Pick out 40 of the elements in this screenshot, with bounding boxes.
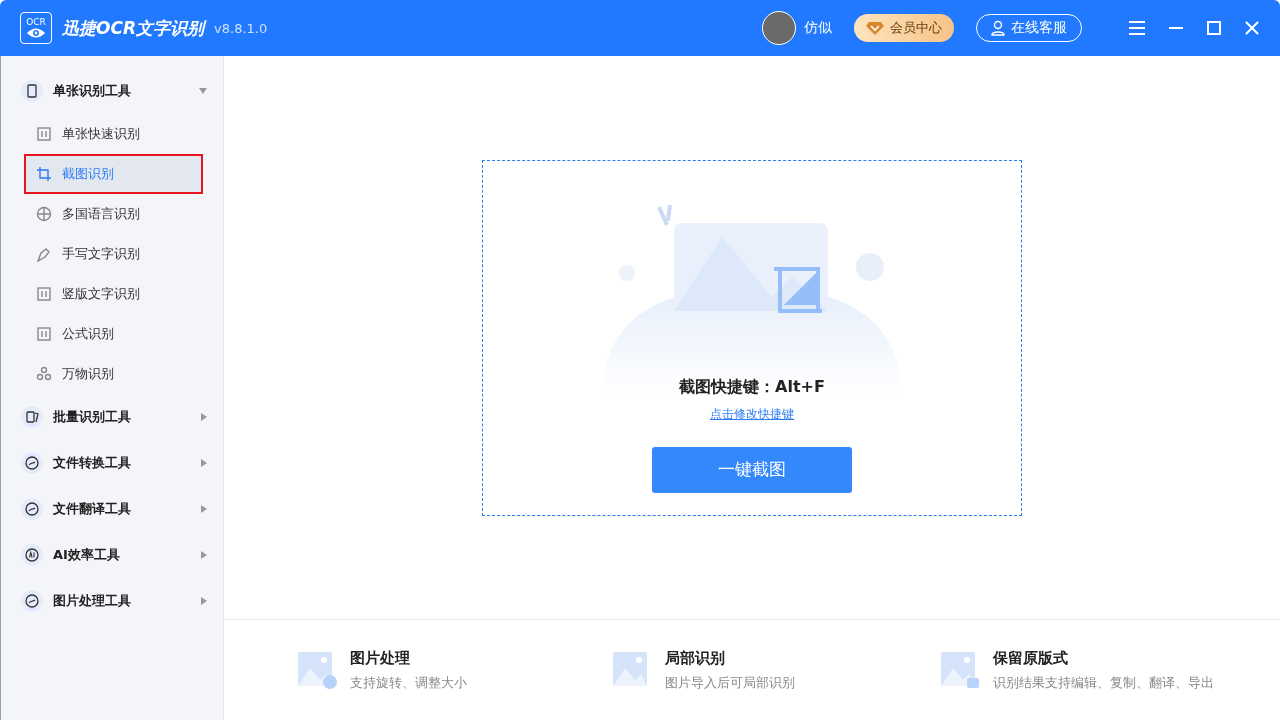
eye-icon <box>26 27 46 39</box>
pages-icon <box>21 406 43 428</box>
diamond-icon <box>866 21 884 35</box>
app-title: 迅捷OCR文字识别 <box>62 16 205 40</box>
sidebar-group[interactable]: 文件转换工具 <box>1 440 223 486</box>
feature-description: 支持旋转、调整大小 <box>350 673 467 692</box>
change-shortcut-link[interactable]: 点击修改快捷键 <box>710 405 794 423</box>
logo-text: OCR <box>26 17 46 27</box>
version-label: v8.8.1.0 <box>214 20 268 36</box>
sidebar-item[interactable]: 单张快速识别 <box>24 114 203 154</box>
sidebar-group[interactable]: 文件翻译工具 <box>1 486 223 532</box>
ai-icon <box>21 544 43 566</box>
menu-icon[interactable] <box>1128 20 1146 36</box>
feature-description: 图片导入后可局部识别 <box>665 673 795 692</box>
shortcut-text: 截图快捷键：Alt+F <box>679 376 825 398</box>
vip-center-button[interactable]: 会员中心 <box>854 14 954 42</box>
shapes-icon <box>36 366 52 382</box>
sidebar-group[interactable]: AI效率工具 <box>1 532 223 578</box>
person-icon <box>991 20 1005 36</box>
user-name[interactable]: 仿似 <box>804 19 832 37</box>
sidebar-item[interactable]: 手写文字识别 <box>24 234 203 274</box>
feature-title: 图片处理 <box>350 648 411 668</box>
crop-icon <box>36 166 52 182</box>
sidebar-group[interactable]: 图片处理工具 <box>1 578 223 624</box>
pen-nib-icon <box>36 246 52 262</box>
sidebar-item[interactable]: 公式识别 <box>24 314 203 354</box>
sidebar-item[interactable]: 竖版文字识别 <box>24 274 203 314</box>
sidebar-group[interactable]: 单张识别工具 <box>1 68 223 114</box>
feature-title: 局部识别 <box>665 648 726 668</box>
close-icon[interactable] <box>1244 20 1260 36</box>
sidebar-group[interactable]: 批量识别工具 <box>1 394 223 440</box>
sidebar-item[interactable]: 多国语言识别 <box>24 194 203 234</box>
document-icon <box>21 80 43 102</box>
avatar[interactable] <box>762 11 796 45</box>
feature-title: 保留原版式 <box>993 648 1069 668</box>
feature-description: 识别结果支持编辑、复制、翻译、导出 <box>993 673 1214 692</box>
maximize-icon[interactable] <box>1206 20 1222 36</box>
sidebar-item[interactable]: 万物识别 <box>24 354 203 394</box>
vertical-text-icon <box>36 286 52 302</box>
globe-icon <box>36 206 52 222</box>
